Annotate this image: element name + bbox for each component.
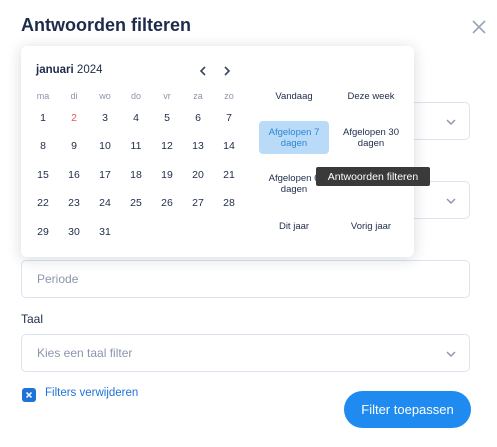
preset-afgelopen-30-dagen[interactable]: Afgelopen 30 dagen — [336, 127, 406, 149]
chevron-right-icon — [224, 66, 231, 76]
preset-vandaag[interactable]: Vandaag — [259, 91, 329, 102]
day-14[interactable]: 14 — [217, 137, 241, 155]
chevron-left-icon — [199, 66, 206, 76]
weekday-za: za — [193, 91, 203, 101]
weekday-zo: zo — [224, 91, 234, 101]
day-20[interactable]: 20 — [186, 166, 210, 184]
day-9[interactable]: 9 — [62, 137, 86, 155]
day-13[interactable]: 13 — [186, 137, 210, 155]
taal-placeholder: Kies een taal filter — [37, 346, 133, 360]
x-icon — [25, 391, 33, 399]
next-month-button[interactable] — [221, 64, 233, 76]
preset-afgelopen-7-dagen[interactable]: Afgelopen 7 dagen — [259, 121, 329, 154]
day-17[interactable]: 17 — [93, 166, 117, 184]
periode-input[interactable]: Periode — [21, 260, 470, 298]
weekday-do: do — [130, 91, 141, 101]
day-4[interactable]: 4 — [124, 109, 148, 127]
chevron-down-icon — [446, 119, 456, 125]
day-15[interactable]: 15 — [31, 166, 55, 184]
close-icon[interactable] — [469, 17, 489, 37]
chevron-down-icon — [446, 351, 456, 357]
day-24[interactable]: 24 — [93, 194, 117, 212]
day-28[interactable]: 28 — [217, 194, 241, 212]
day-7[interactable]: 7 — [217, 109, 241, 127]
day-12[interactable]: 12 — [155, 137, 179, 155]
preset-dit-jaar[interactable]: Dit jaar — [259, 221, 329, 232]
month-name: januari — [36, 64, 74, 76]
taal-select[interactable]: Kies een taal filter — [21, 334, 470, 372]
day-10[interactable]: 10 — [93, 137, 117, 155]
preset-vorig-jaar[interactable]: Vorig jaar — [336, 221, 406, 232]
modal-title: Antwoorden filteren — [21, 15, 191, 35]
weekday-ma: ma — [36, 91, 50, 101]
weekday-di: di — [70, 91, 78, 101]
periode-placeholder: Periode — [37, 272, 79, 286]
month-title: januari 2024 — [36, 64, 103, 76]
day-29[interactable]: 29 — [31, 223, 55, 241]
day-27[interactable]: 27 — [186, 194, 210, 212]
prev-month-button[interactable] — [197, 64, 209, 76]
day-22[interactable]: 22 — [31, 194, 55, 212]
day-1[interactable]: 1 — [31, 109, 55, 127]
tooltip: Antwoorden filteren — [316, 167, 430, 186]
day-3[interactable]: 3 — [93, 109, 117, 127]
remove-filters-checkbox[interactable] — [22, 388, 36, 402]
day-16[interactable]: 16 — [62, 166, 86, 184]
apply-filter-button[interactable]: Filter toepassen — [344, 391, 471, 428]
day-21[interactable]: 21 — [217, 166, 241, 184]
preset-deze-week[interactable]: Deze week — [336, 91, 406, 102]
day-5[interactable]: 5 — [155, 109, 179, 127]
weekday-vr: vr — [163, 91, 171, 101]
day-25[interactable]: 25 — [124, 194, 148, 212]
day-31[interactable]: 31 — [93, 223, 117, 241]
day-26[interactable]: 26 — [155, 194, 179, 212]
taal-label: Taal — [21, 312, 44, 326]
day-23[interactable]: 23 — [62, 194, 86, 212]
year: 2024 — [76, 64, 103, 76]
day-30[interactable]: 30 — [62, 223, 86, 241]
day-6[interactable]: 6 — [186, 109, 210, 127]
day-11[interactable]: 11 — [124, 137, 148, 155]
day-19[interactable]: 19 — [155, 166, 179, 184]
filter-modal: Antwoorden filteren Periode Taal Kies ee… — [0, 0, 497, 447]
day-2[interactable]: 2 — [62, 109, 86, 127]
weekday-wo: wo — [99, 91, 111, 101]
remove-filters-label[interactable]: Filters verwijderen — [45, 387, 138, 399]
day-18[interactable]: 18 — [124, 166, 148, 184]
day-8[interactable]: 8 — [31, 137, 55, 155]
date-picker: januari 2024 ma di wo do vr za zo 1 2 3 4 5 6 7 8 9 10 1… — [21, 46, 414, 257]
chevron-down-icon — [446, 198, 456, 204]
